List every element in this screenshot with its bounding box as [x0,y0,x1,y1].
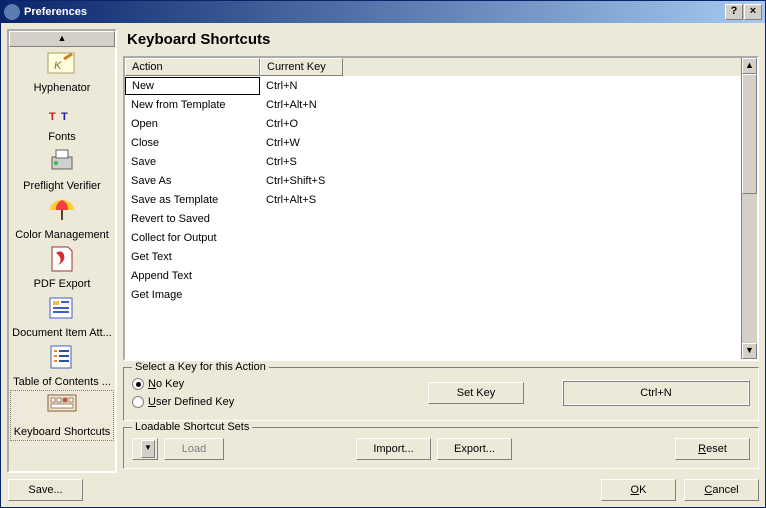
save-prefs-button[interactable]: Save... [8,479,83,501]
cell-action: Save as Template [125,192,260,208]
cell-key [260,217,460,221]
loadable-legend: Loadable Shortcut Sets [132,421,252,433]
export-button[interactable]: Export... [437,438,512,460]
sidebar-item-printer[interactable]: Preflight Verifier [9,145,115,194]
pdf-icon [46,245,78,277]
titlebar: Preferences ? × [1,1,765,23]
sidebar-item-label: Preflight Verifier [9,180,115,192]
cell-key [260,255,460,259]
shortcuts-table: Action Current Key NewCtrl+NNew from Tem… [123,56,759,361]
select-key-fieldset: Select a Key for this Action No Key User… [123,367,759,421]
scroll-up[interactable]: ▲ [742,58,757,74]
cell-key [260,293,460,297]
sidebar-item-label: Table of Contents ... [9,376,115,388]
load-button[interactable]: Load [164,438,224,460]
scroll-thumb[interactable] [742,74,757,194]
category-sidebar: ▲ KHyphenatorTTFontsPreflight VerifierCo… [7,29,117,473]
sidebar-scroll-up[interactable]: ▲ [9,31,115,47]
table-row[interactable]: NewCtrl+N [125,76,741,95]
svg-text:T: T [49,111,56,123]
cell-action: Revert to Saved [125,211,260,227]
cell-action: Close [125,135,260,151]
ok-button[interactable]: OK [601,479,676,501]
keyboard-icon [46,393,78,425]
sidebar-item-fonts[interactable]: TTFonts [9,96,115,145]
table-row[interactable]: CloseCtrl+W [125,133,741,152]
page-title: Keyboard Shortcuts [127,31,759,48]
cell-action: Get Text [125,249,260,265]
table-row[interactable]: Save AsCtrl+Shift+S [125,171,741,190]
radio-user-key[interactable]: User Defined Key [132,396,332,408]
cell-action: Save [125,154,260,170]
table-row[interactable]: New from TemplateCtrl+Alt+N [125,95,741,114]
sidebar-item-docitem[interactable]: Document Item Att... [9,292,115,341]
cell-key: Ctrl+W [260,135,460,151]
svg-text:K: K [54,60,62,72]
sidebar-item-hyphenator[interactable]: K Hyphenator [9,47,115,96]
cell-key: Ctrl+S [260,154,460,170]
printer-icon [46,147,78,179]
app-icon [4,4,20,20]
sidebar-item-umbrella[interactable]: Color Management [9,194,115,243]
set-key-button[interactable]: Set Key [428,382,524,404]
current-key-display: Ctrl+N [562,380,750,406]
hyphenator-icon: K [46,49,78,81]
sidebar-item-label: Hyphenator [9,82,115,94]
sidebar-item-label: PDF Export [9,278,115,290]
radio-no-key[interactable]: No Key [132,378,332,390]
sidebar-item-toc[interactable]: Table of Contents ... [9,341,115,390]
table-row[interactable]: Append Text [125,266,741,285]
table-row[interactable]: Revert to Saved [125,209,741,228]
help-button[interactable]: ? [725,4,743,20]
sidebar-item-label: Fonts [9,131,115,143]
cell-action: Collect for Output [125,230,260,246]
table-row[interactable]: Get Text [125,247,741,266]
cell-key [260,274,460,278]
col-current-key[interactable]: Current Key [260,58,343,76]
cell-action: Append Text [125,268,260,284]
cell-action: Open [125,116,260,132]
import-button[interactable]: Import... [356,438,431,460]
reset-button[interactable]: Reset [675,438,750,460]
radio-icon [132,396,144,408]
table-row[interactable]: Save as TemplateCtrl+Alt+S [125,190,741,209]
scroll-down[interactable]: ▼ [742,343,757,359]
sidebar-item-label: Document Item Att... [9,327,115,339]
cell-key: Ctrl+Alt+N [260,97,460,113]
radio-icon [132,378,144,390]
close-button[interactable]: × [744,4,762,20]
table-row[interactable]: Get Image [125,285,741,304]
cell-action: Save As [125,173,260,189]
chevron-down-icon: ▼ [141,440,155,458]
table-row[interactable]: Collect for Output [125,228,741,247]
table-row[interactable]: OpenCtrl+O [125,114,741,133]
select-key-legend: Select a Key for this Action [132,361,269,373]
sidebar-item-pdf[interactable]: PDF Export [9,243,115,292]
cell-key [260,236,460,240]
sidebar-item-keyboard[interactable]: Keyboard Shortcuts [10,390,114,441]
cell-action: New from Template [125,97,260,113]
table-row[interactable]: SaveCtrl+S [125,152,741,171]
umbrella-icon [46,196,78,228]
sidebar-item-label: Color Management [9,229,115,241]
cell-key: Ctrl+N [260,78,460,94]
shortcut-set-dropdown[interactable]: ▼ [132,438,158,460]
fonts-icon: TT [46,98,78,130]
sidebar-item-label: Keyboard Shortcuts [11,426,113,438]
svg-text:T: T [61,111,68,123]
docitem-icon [46,294,78,326]
preferences-window: Preferences ? × ▲ KHyphenatorTTFontsPref… [0,0,766,508]
window-title: Preferences [24,6,87,18]
cell-action: New [125,77,260,95]
cancel-button[interactable]: Cancel [684,479,759,501]
toc-icon [46,343,78,375]
table-scrollbar[interactable]: ▲ ▼ [741,58,757,359]
cell-key: Ctrl+Alt+S [260,192,460,208]
col-action[interactable]: Action [125,58,260,76]
cell-action: Get Image [125,287,260,303]
loadable-sets-fieldset: Loadable Shortcut Sets ▼ Load Import... … [123,427,759,469]
cell-key: Ctrl+O [260,116,460,132]
cell-key: Ctrl+Shift+S [260,173,460,189]
